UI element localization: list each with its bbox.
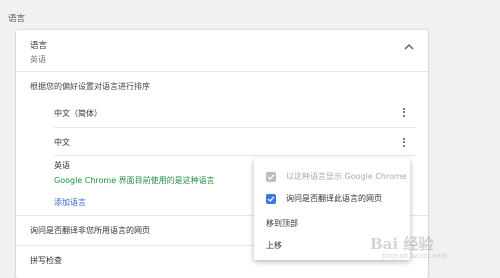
ui-language-note: Google Chrome 界面目前使用的是这种语言 [54,176,215,185]
divider [16,71,428,72]
move-to-top-menu-item[interactable]: 移到顶部 [266,218,298,229]
display-in-chrome-label: 以这种语言显示 Google Chrome [286,172,407,181]
language-header-subtitle: 英语 [30,55,46,64]
language-header-title: 语言 [30,41,48,51]
spellcheck-row[interactable]: 拼写检查 [30,255,62,266]
move-up-label: 上移 [266,241,282,250]
checkbox-checked-icon [266,171,276,182]
watermark-logo: Bai 经验 jingyan.baidu.com [370,233,447,260]
display-in-chrome-option: 以这种语言显示 Google Chrome [266,171,407,182]
watermark-subtext: jingyan.baidu.com [382,252,448,260]
language-row-label: 中文（简体） [54,109,102,118]
checkbox-checked-icon[interactable] [266,193,276,204]
add-language-link[interactable]: 添加语言 [54,197,86,208]
watermark-text: Bai 经验 [370,235,434,253]
language-row-label: 英语 [54,161,70,170]
offer-translate-label: 询问是否翻译此语言的网页 [286,194,382,203]
sort-hint: 根据您的偏好设置对语言进行排序 [30,82,150,91]
divider [54,127,416,128]
more-vert-icon[interactable] [401,108,407,118]
ask-translate-toggle[interactable]: 询问是否翻译非您所用语言的网页 [30,225,150,236]
move-up-menu-item[interactable]: 上移 [266,240,282,251]
language-row-label: 中文 [54,138,70,147]
section-title: 语言 [8,14,26,24]
offer-translate-option[interactable]: 询问是否翻译此语言的网页 [266,193,382,204]
more-vert-icon[interactable] [401,138,407,148]
move-to-top-label: 移到顶部 [266,219,298,228]
chevron-up-icon[interactable] [404,43,414,51]
language-header[interactable]: 语言 英语 [30,39,47,65]
divider [54,155,416,156]
